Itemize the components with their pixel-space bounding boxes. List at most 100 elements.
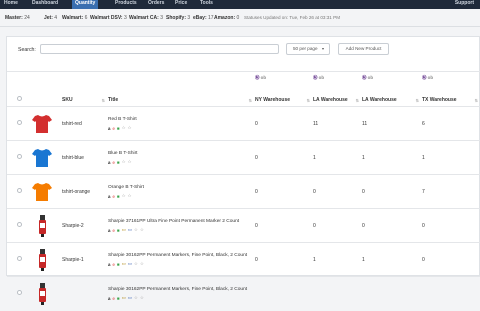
ebay-icon[interactable]: e [112, 160, 114, 165]
jet-icon[interactable]: ▭ [128, 261, 132, 267]
magento-icon: Ⓜ [255, 75, 260, 80]
row-checkbox[interactable] [17, 256, 22, 261]
row-ny-qty-cell[interactable]: 0 [255, 208, 313, 243]
amazon-icon[interactable]: a [108, 126, 110, 131]
row-la-qty-1-cell[interactable] [313, 276, 362, 311]
favorite-icon[interactable]: ☆ [140, 261, 144, 267]
row-checkbox[interactable] [17, 154, 22, 159]
table-row[interactable]: Sharpie-2 Sharpie 37161PP Ultra Fine Poin… [7, 208, 480, 243]
nav-item-products[interactable]: Products [115, 0, 137, 9]
product-title-link[interactable]: Sharpie 30162PP Permanent Markers, Fine … [108, 286, 255, 293]
row-la-qty-1-cell[interactable]: 11 [313, 106, 362, 141]
table-row[interactable]: tshirt-orange Orange B T-Shirt a e ■ ☆ ☆ 0 0 0 7 [7, 174, 480, 209]
row-la-qty-1-cell[interactable]: 0 [313, 208, 362, 243]
favorite-icon[interactable]: ☆ [134, 295, 138, 301]
shopify-icon[interactable]: ■ [117, 160, 120, 165]
row-checkbox[interactable] [17, 222, 22, 227]
shopify-icon[interactable]: ■ [117, 126, 120, 131]
row-ny-qty-cell[interactable] [255, 276, 313, 311]
table-row[interactable]: Sharpie 30162PP Permanent Markers, Fine … [7, 276, 480, 311]
nav-item-dashboard[interactable]: Dashboard [32, 0, 58, 9]
row-la-qty-2-cell[interactable] [362, 276, 422, 311]
favorite-icon[interactable]: ☆ [134, 227, 138, 233]
favorite-icon[interactable]: ☆ [140, 295, 144, 301]
favorite-icon[interactable]: ☆ [128, 125, 132, 131]
row-checkbox[interactable] [17, 188, 22, 193]
header-sku[interactable]: SKU ⇅ [62, 71, 108, 107]
ebay-icon[interactable]: e [112, 194, 114, 199]
add-product-button[interactable]: Add New Product [338, 43, 389, 55]
row-la-qty-1-cell[interactable]: 0 [313, 174, 362, 209]
nav-item-tools[interactable]: Tools [200, 0, 213, 9]
favorite-icon[interactable]: ☆ [122, 159, 126, 165]
walmart-icon[interactable]: ▭ [122, 261, 126, 267]
nav-item-home[interactable]: Home [4, 0, 18, 9]
ebay-icon[interactable]: e [112, 296, 114, 301]
ebay-icon[interactable]: e [112, 228, 114, 233]
row-ny-qty-cell[interactable]: 0 [255, 174, 313, 209]
row-la-qty-2-cell[interactable]: 0 [362, 208, 422, 243]
tshirt-icon [32, 148, 52, 167]
ebay-icon[interactable]: e [112, 262, 114, 267]
favorite-icon[interactable]: ☆ [128, 193, 132, 199]
jet-icon[interactable]: ▭ [128, 295, 132, 301]
favorite-icon[interactable]: ☆ [134, 261, 138, 267]
product-title-link[interactable]: Blue B T-Shirt [108, 150, 255, 157]
row-ny-qty-cell[interactable]: 0 [255, 106, 313, 141]
row-ny-qty-cell[interactable]: 0 [255, 242, 313, 277]
row-la-qty-2-cell[interactable]: 1 [362, 140, 422, 175]
row-la-qty-2-cell[interactable]: 1 [362, 242, 422, 277]
product-title-link[interactable]: Sharpie 30162PP Permanent Markers, Fine … [108, 252, 255, 259]
amazon-icon[interactable]: a [108, 262, 110, 267]
row-tx-qty-cell[interactable]: 1 [422, 140, 480, 175]
row-tx-qty-cell[interactable]: 6 [422, 106, 480, 141]
ebay-icon[interactable]: e [112, 126, 114, 131]
nav-item-quantity[interactable]: Quantity [72, 0, 99, 9]
row-checkbox[interactable] [17, 120, 22, 125]
shopify-icon[interactable]: ■ [117, 296, 120, 301]
shopify-icon[interactable]: ■ [117, 194, 120, 199]
favorite-icon[interactable]: ☆ [140, 227, 144, 233]
header-tx-warehouse[interactable]: Ⓜ ob TX Warehouse ⇅ [422, 71, 480, 107]
nav-item-price[interactable]: Price [175, 0, 187, 9]
row-la-qty-2-cell[interactable]: 0 [362, 174, 422, 209]
select-all-checkbox[interactable] [17, 96, 22, 101]
nav-item-support[interactable]: Support [455, 0, 474, 6]
amazon-icon[interactable]: a [108, 194, 110, 199]
product-title-link[interactable]: Orange B T-Shirt [108, 184, 255, 191]
la-qty-2-value: 1 [362, 256, 365, 263]
row-tx-qty-cell[interactable]: 0 [422, 208, 480, 243]
header-ny-warehouse[interactable]: Ⓜ ob NY Warehouse ⇅ [255, 71, 313, 107]
table-row[interactable]: tshirt-red Red B T-Shirt a e ■ ☆ ☆ 0 11 11 6 [7, 106, 480, 141]
row-tx-qty-cell[interactable]: 0 [422, 242, 480, 277]
table-row[interactable]: Sharpie-1 Sharpie 30162PP Permanent Marke… [7, 242, 480, 277]
amazon-icon[interactable]: a [108, 228, 110, 233]
header-title[interactable]: Title ⇅ [108, 71, 255, 107]
row-la-qty-2-cell[interactable]: 11 [362, 106, 422, 141]
favorite-icon[interactable]: ☆ [122, 193, 126, 199]
row-checkbox[interactable] [17, 290, 22, 296]
amazon-icon[interactable]: a [108, 296, 110, 301]
shopify-icon[interactable]: ■ [117, 228, 120, 233]
header-la-warehouse-2[interactable]: Ⓜ ob LA Warehouse ⇅ [362, 71, 422, 107]
row-ny-qty-cell[interactable]: 0 [255, 140, 313, 175]
per-page-select[interactable]: 50 per page ▾ [286, 43, 330, 55]
row-tx-qty-cell[interactable]: 7 [422, 174, 480, 209]
favorite-icon[interactable]: ☆ [122, 125, 126, 131]
nav-item-orders[interactable]: Orders [148, 0, 164, 9]
shopify-icon[interactable]: ■ [117, 262, 120, 267]
amazon-icon[interactable]: a [108, 160, 110, 165]
table-row[interactable]: tshirt-blue Blue B T-Shirt a e ■ ☆ ☆ 0 1 1 1 [7, 140, 480, 175]
walmart-icon[interactable]: ▭ [122, 227, 126, 233]
row-tx-qty-cell[interactable] [422, 276, 480, 311]
favorite-icon[interactable]: ☆ [128, 159, 132, 165]
product-title-link[interactable]: Sharpie 37161PP Ultra Fine Point Permane… [108, 218, 255, 225]
search-input[interactable] [40, 44, 279, 54]
jet-icon[interactable]: ▭ [128, 227, 132, 233]
walmart-icon[interactable]: ▭ [122, 295, 126, 301]
row-la-qty-1-cell[interactable]: 1 [313, 242, 362, 277]
row-la-qty-1-cell[interactable]: 1 [313, 140, 362, 175]
header-la-warehouse-1[interactable]: Ⓜ ob LA Warehouse ⇅ [313, 71, 362, 107]
marker-icon [39, 248, 46, 271]
product-title-link[interactable]: Red B T-Shirt [108, 116, 255, 123]
